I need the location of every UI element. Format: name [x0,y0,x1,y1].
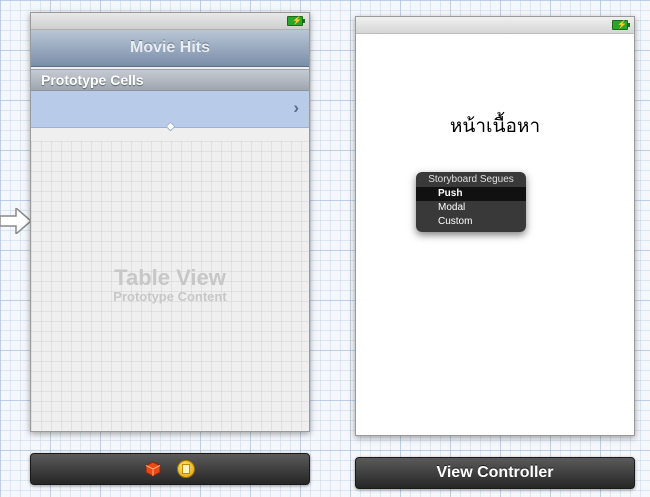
table-view-controller-scene[interactable]: ⚡ Movie Hits Prototype Cells › Table Vie… [30,12,310,432]
segue-option-modal[interactable]: Modal [416,201,526,215]
battery-icon: ⚡ [612,20,630,30]
status-bar: ⚡ [356,17,634,34]
segue-option-push[interactable]: Push [416,187,526,201]
section-header-label: Prototype Cells [41,72,144,88]
table-view-placeholder-title: Table View [114,265,226,290]
segue-option-custom[interactable]: Custom [416,215,526,229]
segue-menu[interactable]: Storyboard Segues Push Modal Custom [416,172,526,232]
disclosure-chevron-icon: › [293,98,299,117]
table-view-placeholder-subtitle: Prototype Content [113,289,227,304]
segue-menu-header: Storyboard Segues [428,174,514,185]
scene-dock-right[interactable]: View Controller [355,457,635,489]
status-bar: ⚡ [31,13,309,30]
scene-dock-left[interactable] [30,453,310,485]
nav-title[interactable]: Movie Hits [130,39,210,57]
entry-arrow-icon[interactable] [0,208,32,234]
resize-handle[interactable] [165,121,176,132]
view-controller-icon[interactable] [177,460,195,478]
scene-title: View Controller [436,464,554,481]
prototype-cell[interactable]: › [31,91,309,132]
battery-icon: ⚡ [287,16,305,26]
first-responder-icon[interactable] [145,461,161,477]
navigation-bar[interactable]: Movie Hits [31,30,309,67]
section-header: Prototype Cells [31,69,309,91]
content-label[interactable]: หน้าเนื้อหา [356,111,634,141]
